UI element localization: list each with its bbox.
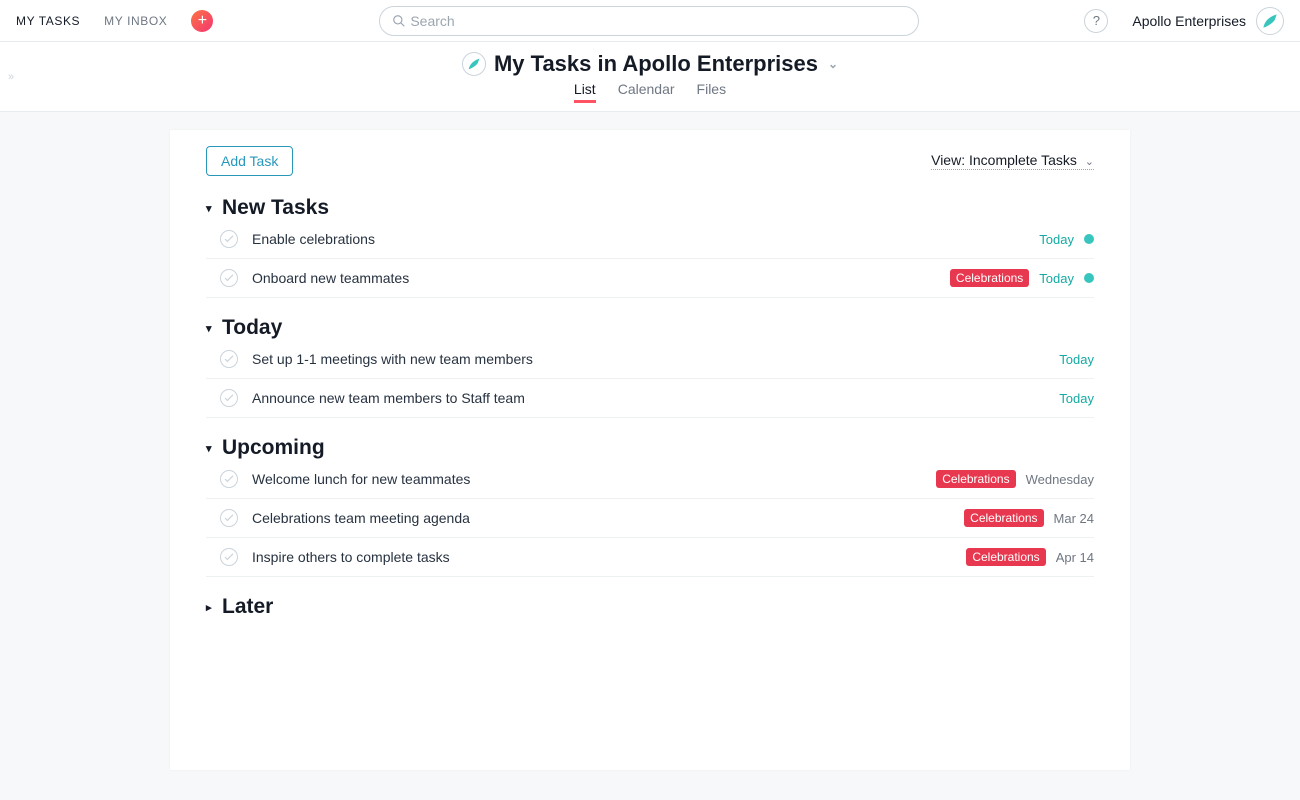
triangle-right-icon: ▸ xyxy=(206,601,218,614)
triangle-down-icon: ▾ xyxy=(206,322,218,335)
section-name: Upcoming xyxy=(222,436,325,460)
tab-list[interactable]: List xyxy=(574,81,596,103)
task-meta: Today xyxy=(1059,391,1094,406)
chevron-down-icon: ⌄ xyxy=(828,57,838,71)
section: ▾UpcomingWelcome lunch for new teammates… xyxy=(206,436,1094,577)
task-due: Today xyxy=(1059,391,1094,406)
project-header: » My Tasks in Apollo Enterprises ⌄ List … xyxy=(0,42,1300,112)
nav-my-tasks[interactable]: MY TASKS xyxy=(16,14,80,28)
view-tabs: List Calendar Files xyxy=(574,81,726,103)
section-name: New Tasks xyxy=(222,196,329,220)
view-filter[interactable]: View: Incomplete Tasks ⌄ xyxy=(931,152,1094,170)
project-dot-icon[interactable] xyxy=(1084,273,1094,283)
task-panel: Add Task View: Incomplete Tasks ⌄ ▾ New T… xyxy=(170,130,1130,770)
triangle-down-icon: ▾ xyxy=(206,202,218,215)
task-title: Enable celebrations xyxy=(252,231,1039,247)
search-icon xyxy=(392,14,406,28)
task-title: Announce new team members to Staff team xyxy=(252,390,1059,406)
section: ▸ Later xyxy=(206,595,1094,619)
complete-checkbox[interactable] xyxy=(220,509,238,527)
project-title[interactable]: My Tasks in Apollo Enterprises ⌄ xyxy=(462,51,838,77)
section-header[interactable]: ▾ Today xyxy=(206,316,1094,340)
check-icon xyxy=(224,475,234,483)
task-tag[interactable]: Celebrations xyxy=(966,548,1045,566)
search-input[interactable] xyxy=(410,13,906,29)
task-title: Welcome lunch for new teammates xyxy=(252,471,936,487)
task-meta: Celebrations Mar 24 xyxy=(964,509,1094,527)
task-title: Onboard new teammates xyxy=(252,270,950,286)
complete-checkbox[interactable] xyxy=(220,470,238,488)
complete-checkbox[interactable] xyxy=(220,389,238,407)
tab-files[interactable]: Files xyxy=(697,81,727,103)
complete-checkbox[interactable] xyxy=(220,230,238,248)
task-tag[interactable]: Celebrations xyxy=(964,509,1043,527)
task-meta: Today xyxy=(1059,352,1094,367)
topbar: MY TASKS MY INBOX + ? Apollo Enterprises xyxy=(0,0,1300,42)
task-meta: Celebrations Today xyxy=(950,269,1094,287)
project-dot-icon[interactable] xyxy=(1084,234,1094,244)
task-row[interactable]: Set up 1-1 meetings with new team member… xyxy=(206,340,1094,379)
triangle-down-icon: ▾ xyxy=(206,442,218,455)
content-background: Add Task View: Incomplete Tasks ⌄ ▾ New T… xyxy=(0,112,1300,800)
section-name: Later xyxy=(222,595,273,619)
task-row[interactable]: Onboard new teammatesCelebrations Today xyxy=(206,259,1094,298)
task-row[interactable]: Celebrations team meeting agendaCelebrat… xyxy=(206,499,1094,538)
task-meta: Celebrations Wednesday xyxy=(936,470,1094,488)
section-header[interactable]: ▾ New Tasks xyxy=(206,196,1094,220)
task-due: Apr 14 xyxy=(1056,550,1094,565)
sidebar-expand-icon[interactable]: » xyxy=(8,71,14,83)
check-icon xyxy=(224,235,234,243)
task-due: Today xyxy=(1039,271,1074,286)
workspace-switcher[interactable]: Apollo Enterprises xyxy=(1132,7,1284,35)
help-button[interactable]: ? xyxy=(1084,9,1108,33)
task-row[interactable]: Announce new team members to Staff teamT… xyxy=(206,379,1094,418)
check-icon xyxy=(224,514,234,522)
task-due: Today xyxy=(1059,352,1094,367)
workspace-name: Apollo Enterprises xyxy=(1132,13,1246,29)
task-meta: Celebrations Apr 14 xyxy=(966,548,1094,566)
section: ▾TodaySet up 1-1 meetings with new team … xyxy=(206,316,1094,418)
task-title: Celebrations team meeting agenda xyxy=(252,510,964,526)
section-header[interactable]: ▸ Later xyxy=(206,595,1094,619)
chevron-down-icon: ⌄ xyxy=(1085,156,1094,168)
view-filter-label: View: Incomplete Tasks xyxy=(931,152,1077,168)
add-task-button[interactable]: Add Task xyxy=(206,146,293,176)
task-tag[interactable]: Celebrations xyxy=(936,470,1015,488)
complete-checkbox[interactable] xyxy=(220,350,238,368)
task-due: Today xyxy=(1039,232,1074,247)
check-icon xyxy=(224,394,234,402)
complete-checkbox[interactable] xyxy=(220,548,238,566)
project-icon xyxy=(462,52,486,76)
avatar[interactable] xyxy=(1256,7,1284,35)
unicorn-icon xyxy=(1260,11,1280,31)
task-row[interactable]: Welcome lunch for new teammatesCelebrati… xyxy=(206,460,1094,499)
section: ▾New TasksEnable celebrationsTodayOnboar… xyxy=(206,196,1094,298)
task-title: Set up 1-1 meetings with new team member… xyxy=(252,351,1059,367)
project-title-text: My Tasks in Apollo Enterprises xyxy=(494,51,818,77)
tab-calendar[interactable]: Calendar xyxy=(618,81,675,103)
check-icon xyxy=(224,274,234,282)
task-due: Mar 24 xyxy=(1054,511,1094,526)
section-name: Today xyxy=(222,316,282,340)
nav-my-inbox[interactable]: MY INBOX xyxy=(104,14,167,28)
quick-add-button[interactable]: + xyxy=(191,10,213,32)
task-title: Inspire others to complete tasks xyxy=(252,549,966,565)
check-icon xyxy=(224,355,234,363)
task-due: Wednesday xyxy=(1026,472,1094,487)
plus-icon: + xyxy=(198,13,207,29)
task-tag[interactable]: Celebrations xyxy=(950,269,1029,287)
search-box[interactable] xyxy=(379,6,919,36)
task-row[interactable]: Enable celebrationsToday xyxy=(206,220,1094,259)
check-icon xyxy=(224,553,234,561)
task-row[interactable]: Inspire others to complete tasksCelebrat… xyxy=(206,538,1094,577)
complete-checkbox[interactable] xyxy=(220,269,238,287)
section-header[interactable]: ▾ Upcoming xyxy=(206,436,1094,460)
task-meta: Today xyxy=(1039,232,1094,247)
